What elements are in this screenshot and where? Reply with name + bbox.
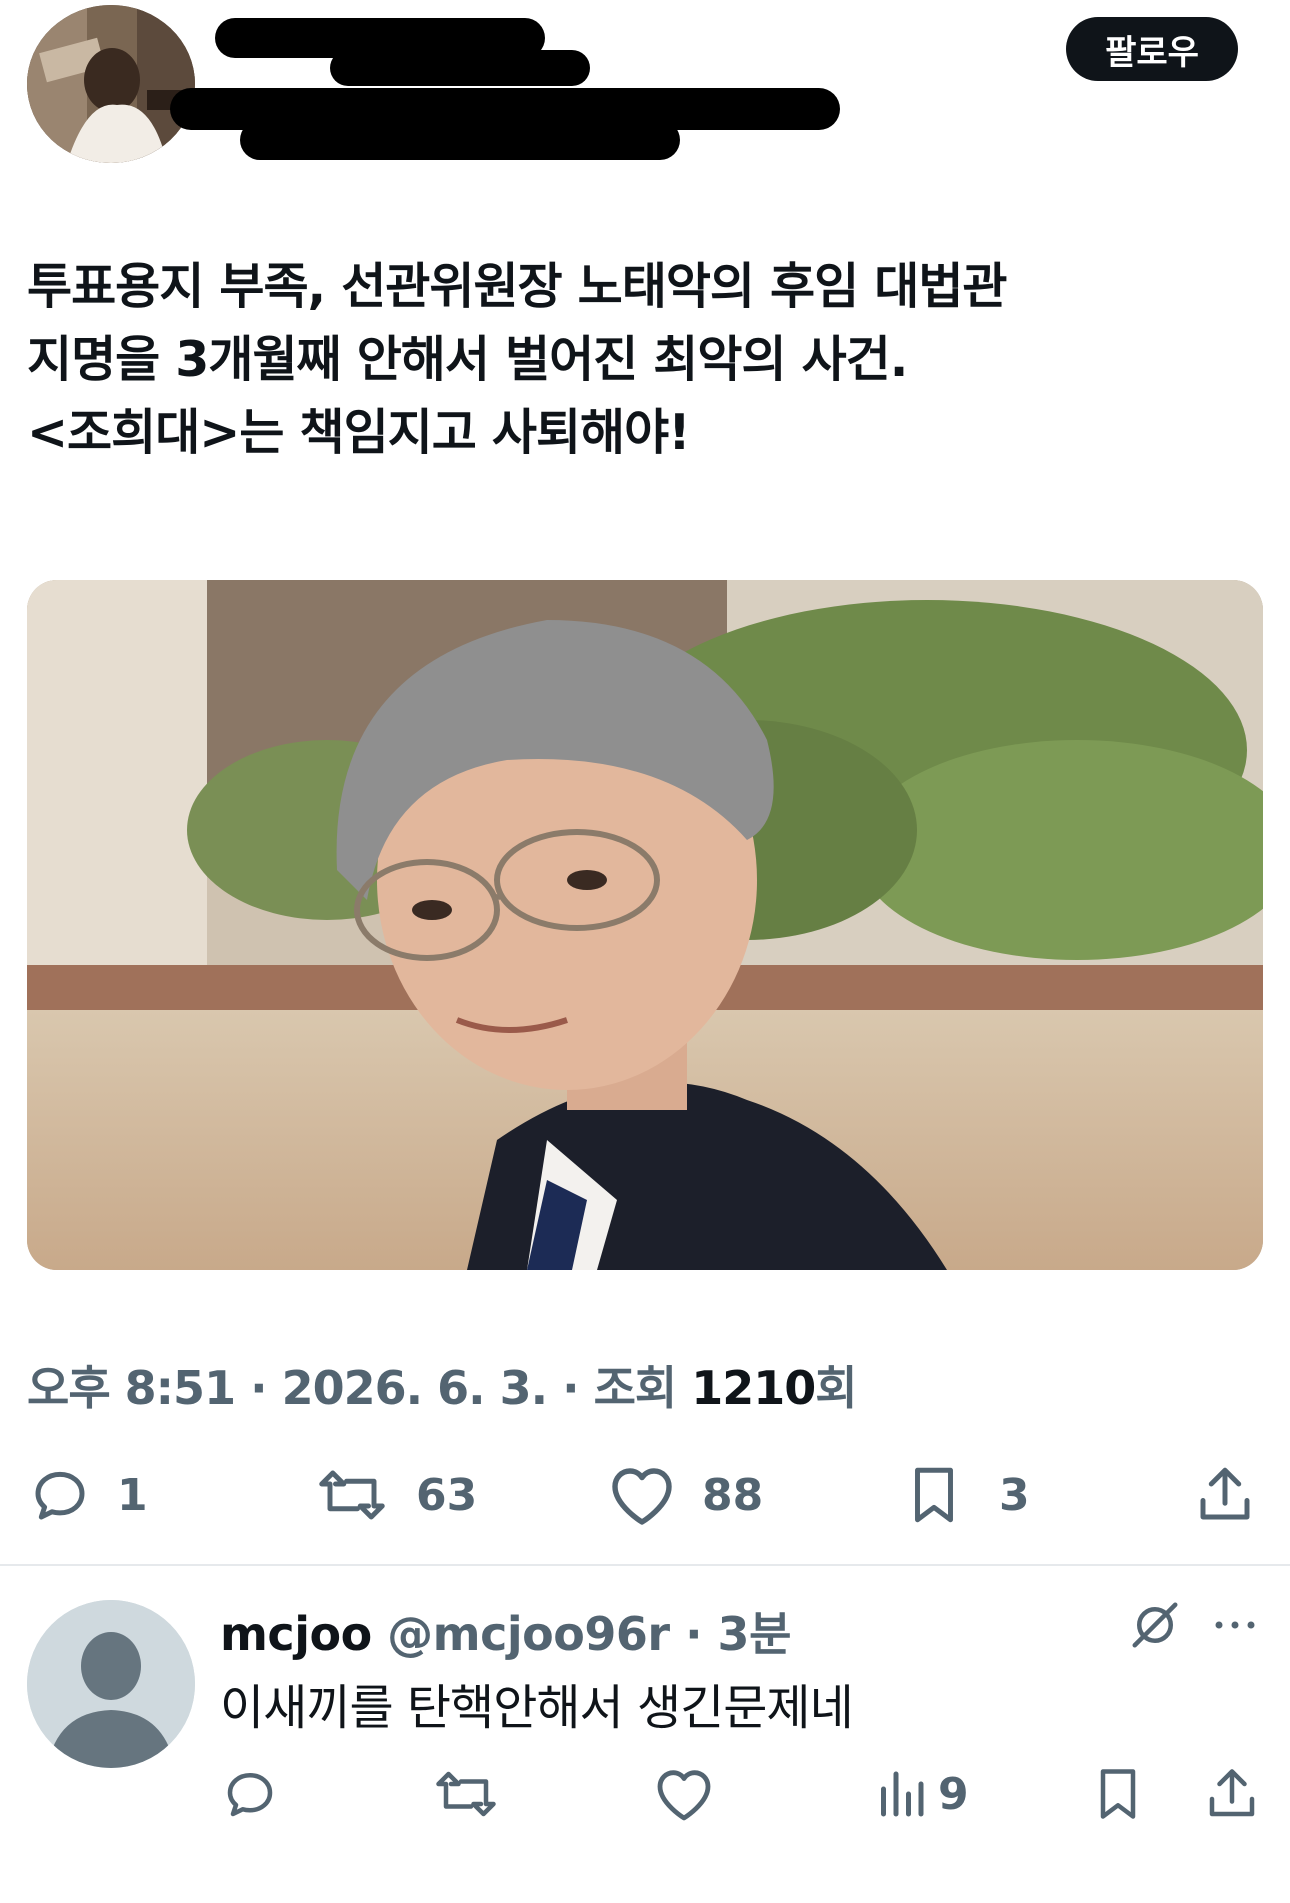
tweet-meta: 오후 8:51 · 2026. 6. 3. · 조회 1210회 xyxy=(27,1352,858,1418)
like-action[interactable]: 88 xyxy=(606,1462,763,1528)
reply-share-action[interactable] xyxy=(1204,1764,1260,1824)
reply-action[interactable]: 1 xyxy=(27,1462,148,1528)
reply-handle-time: @mcjoo96r · 3분 xyxy=(371,1607,791,1661)
divider xyxy=(0,1564,1290,1566)
reply-like-action[interactable] xyxy=(652,1764,716,1824)
heart-icon xyxy=(612,1468,672,1525)
reply-avatar[interactable] xyxy=(27,1600,195,1768)
tweet-text: 투표용지 부족, 선관위원장 노태악의 후임 대법관 지명을 3개월째 안해서 … xyxy=(27,258,1008,461)
grok-icon[interactable] xyxy=(1128,1598,1182,1652)
like-count: 88 xyxy=(702,1469,764,1521)
share-icon xyxy=(1200,1467,1250,1520)
author-avatar[interactable] xyxy=(27,5,195,163)
follow-button[interactable]: 팔로우 xyxy=(1066,17,1238,81)
bookmark-icon xyxy=(1100,1769,1136,1819)
bookmark-action[interactable]: 3 xyxy=(905,1462,1030,1528)
tweet-photo[interactable] xyxy=(27,580,1263,1270)
retweet-action[interactable]: 63 xyxy=(312,1462,477,1528)
bookmark-count: 3 xyxy=(999,1469,1030,1521)
retweet-icon xyxy=(319,1470,385,1520)
reply-view-count: 9 xyxy=(938,1768,969,1820)
view-count: 1210 xyxy=(691,1361,816,1415)
reply-views-action[interactable]: 9 xyxy=(876,1764,969,1824)
view-count-suffix: 회 xyxy=(815,1361,857,1415)
analytics-icon xyxy=(881,1771,924,1817)
reply-count: 1 xyxy=(117,1469,148,1521)
share-action[interactable] xyxy=(1194,1462,1256,1528)
reply-author-name[interactable]: mcjoo xyxy=(220,1607,372,1661)
more-icon[interactable] xyxy=(1212,1612,1258,1638)
redacted-handle xyxy=(240,120,680,160)
reply-text: 이새끼를 탄핵안해서 생긴문제네 xyxy=(220,1680,854,1736)
reply-bookmark-action[interactable] xyxy=(1092,1764,1144,1824)
reply-icon xyxy=(227,1773,273,1817)
reply-reply-action[interactable] xyxy=(220,1764,280,1824)
bookmark-icon xyxy=(915,1467,953,1523)
redacted-name xyxy=(330,50,590,86)
share-icon xyxy=(1209,1769,1255,1817)
reply-retweet-action[interactable] xyxy=(430,1764,502,1824)
retweet-icon xyxy=(436,1771,496,1817)
reply-icon xyxy=(35,1471,85,1520)
reply-header: mcjoo @mcjoo96r · 3분 xyxy=(220,1598,791,1664)
retweet-count: 63 xyxy=(416,1469,478,1521)
heart-icon xyxy=(657,1770,711,1821)
tweet-timestamp: 오후 8:51 · 2026. 6. 3. · 조회 xyxy=(27,1361,692,1415)
